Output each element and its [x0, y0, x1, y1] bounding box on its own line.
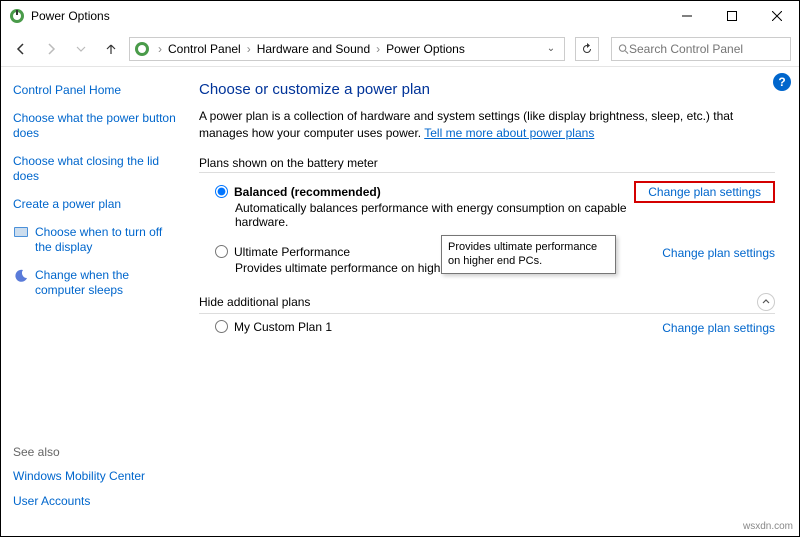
window-title: Power Options — [31, 9, 664, 23]
plan-custom-radio[interactable] — [215, 320, 228, 333]
forward-button[interactable] — [39, 37, 63, 61]
maximize-button[interactable] — [709, 1, 754, 31]
sidebar-computer-sleeps[interactable]: Change when the computer sleeps — [35, 268, 179, 299]
display-icon — [13, 225, 29, 241]
search-input[interactable] — [629, 42, 784, 56]
titlebar: Power Options — [1, 1, 799, 31]
up-button[interactable] — [99, 37, 123, 61]
plan-custom: My Custom Plan 1 Change plan settings — [199, 314, 775, 345]
chevron-right-icon[interactable]: › — [376, 42, 380, 56]
change-plan-ultimate[interactable]: Change plan settings — [662, 245, 775, 260]
content: Control Panel Home Choose what the power… — [1, 67, 799, 536]
plan-ultimate-radio[interactable] — [215, 245, 228, 258]
back-button[interactable] — [9, 37, 33, 61]
plan-ultimate-name: Ultimate Performance — [234, 245, 350, 259]
main-panel: ? Choose or customize a power plan A pow… — [191, 67, 799, 536]
sidebar-home[interactable]: Control Panel Home — [13, 83, 179, 99]
sidebar-closing-lid[interactable]: Choose what closing the lid does — [13, 154, 179, 185]
plan-balanced: Balanced (recommended) Automatically bal… — [199, 179, 775, 239]
address-bar[interactable]: › Control Panel › Hardware and Sound › P… — [129, 37, 565, 61]
address-icon — [134, 41, 150, 57]
see-also: See also Windows Mobility Center User Ac… — [13, 445, 145, 520]
sidebar-turn-off-display[interactable]: Choose when to turn off the display — [35, 225, 179, 256]
search-box[interactable] — [611, 37, 791, 61]
plan-custom-name: My Custom Plan 1 — [234, 320, 332, 334]
breadcrumb-control-panel[interactable]: Control Panel — [166, 40, 243, 58]
app-icon — [9, 8, 25, 24]
learn-more-link[interactable]: Tell me more about power plans — [424, 126, 594, 140]
tooltip: Provides ultimate performance on higher … — [441, 235, 616, 274]
see-also-accounts[interactable]: User Accounts — [13, 494, 145, 510]
window-controls — [664, 1, 799, 31]
hide-plans-section: Hide additional plans — [199, 293, 775, 314]
chevron-right-icon[interactable]: › — [247, 42, 251, 56]
breadcrumb: › Control Panel › Hardware and Sound › P… — [154, 40, 542, 58]
plan-balanced-radio[interactable] — [215, 185, 228, 198]
help-icon[interactable]: ? — [773, 73, 791, 91]
search-icon — [618, 43, 629, 55]
page-description: A power plan is a collection of hardware… — [199, 108, 775, 142]
plan-balanced-radio-label[interactable]: Balanced (recommended) — [215, 185, 634, 199]
sleep-icon — [13, 268, 29, 284]
plan-custom-radio-label[interactable]: My Custom Plan 1 — [215, 320, 662, 334]
sidebar-power-button[interactable]: Choose what the power button does — [13, 111, 179, 142]
watermark: wsxdn.com — [743, 521, 793, 532]
plan-balanced-name: Balanced (recommended) — [234, 185, 381, 199]
sidebar: Control Panel Home Choose what the power… — [1, 67, 191, 536]
navbar: › Control Panel › Hardware and Sound › P… — [1, 31, 799, 67]
breadcrumb-power-options[interactable]: Power Options — [384, 40, 467, 58]
address-dropdown[interactable]: ⌄ — [542, 43, 560, 54]
see-also-heading: See also — [13, 445, 145, 459]
refresh-button[interactable] — [575, 37, 599, 61]
close-button[interactable] — [754, 1, 799, 31]
change-plan-balanced[interactable]: Change plan settings — [634, 181, 775, 203]
plan-balanced-sub: Automatically balances performance with … — [235, 201, 634, 229]
collapse-button[interactable] — [757, 293, 775, 311]
change-plan-custom[interactable]: Change plan settings — [662, 320, 775, 335]
chevron-right-icon[interactable]: › — [158, 42, 162, 56]
page-heading: Choose or customize a power plan — [199, 81, 775, 98]
plans-section-label: Plans shown on the battery meter — [199, 156, 775, 173]
minimize-button[interactable] — [664, 1, 709, 31]
see-also-mobility[interactable]: Windows Mobility Center — [13, 469, 145, 485]
hide-plans-label: Hide additional plans — [199, 295, 757, 309]
breadcrumb-hardware-sound[interactable]: Hardware and Sound — [255, 40, 372, 58]
recent-dropdown[interactable] — [69, 37, 93, 61]
sidebar-create-plan[interactable]: Create a power plan — [13, 197, 179, 213]
